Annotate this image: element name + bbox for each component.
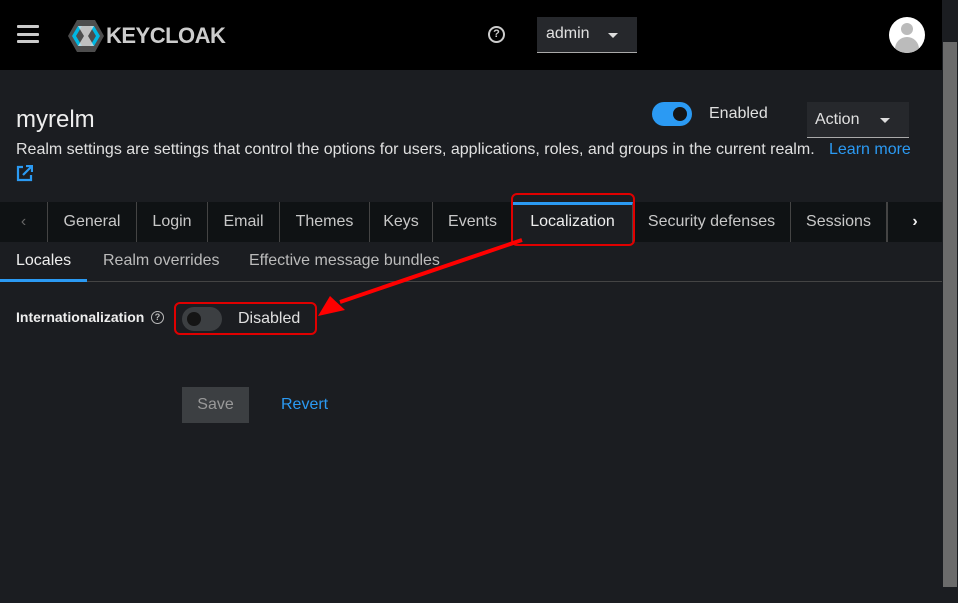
enabled-label: Enabled xyxy=(709,105,768,122)
page-description: Realm settings are settings that control… xyxy=(16,141,815,158)
annotation-arrow-head xyxy=(318,296,345,316)
action-label: Action xyxy=(815,111,860,128)
tab-general[interactable]: General xyxy=(48,202,137,242)
help-icon[interactable]: ? xyxy=(151,311,164,324)
tab-security-defenses[interactable]: Security defenses xyxy=(633,202,791,242)
keycloak-logo-icon xyxy=(68,20,104,52)
internationalization-toggle[interactable] xyxy=(182,307,222,331)
subtab-locales[interactable]: Locales xyxy=(0,242,88,282)
tab-sessions[interactable]: Sessions xyxy=(791,202,887,242)
save-button[interactable]: Save xyxy=(182,387,249,423)
avatar[interactable] xyxy=(889,17,925,53)
help-icon[interactable]: ? xyxy=(488,26,505,43)
caret-down-icon xyxy=(608,33,618,38)
caret-down-icon xyxy=(880,118,890,123)
learn-more-link[interactable]: Learn more xyxy=(829,141,911,159)
annotation-overlay xyxy=(174,193,635,335)
masthead: KEYCLOAK ? admin xyxy=(0,0,942,70)
tab-events[interactable]: Events xyxy=(433,202,513,242)
action-dropdown[interactable]: Action xyxy=(807,102,909,138)
scroll-right-button[interactable]: › xyxy=(887,202,942,242)
scrollbar-thumb[interactable] xyxy=(943,42,957,587)
hamburger-menu-icon[interactable] xyxy=(17,25,39,43)
internationalization-state: Disabled xyxy=(238,310,301,327)
scroll-left-button[interactable]: ‹ xyxy=(0,202,48,242)
tab-keys[interactable]: Keys xyxy=(370,202,433,242)
tab-localization[interactable]: Localization xyxy=(513,202,633,242)
user-dropdown[interactable]: admin xyxy=(537,17,637,53)
page-title: myrelm xyxy=(16,106,95,133)
tab-themes[interactable]: Themes xyxy=(280,202,370,242)
tab-email[interactable]: Email xyxy=(208,202,280,242)
internationalization-label: Internationalization xyxy=(16,309,145,325)
realm-settings-tabs: ‹ General Login Email Themes Keys Events… xyxy=(0,202,942,242)
subtab-effective-message-bundles[interactable]: Effective message bundles xyxy=(249,242,440,282)
external-link-icon[interactable] xyxy=(16,165,33,182)
tab-login[interactable]: Login xyxy=(137,202,208,242)
revert-button[interactable]: Revert xyxy=(281,396,328,414)
brand-name: KEYCLOAK xyxy=(106,23,226,48)
user-name: admin xyxy=(546,25,590,42)
realm-enabled-toggle[interactable] xyxy=(652,102,692,126)
subtab-realm-overrides[interactable]: Realm overrides xyxy=(103,242,219,282)
keycloak-logo[interactable]: KEYCLOAK xyxy=(68,20,226,52)
localization-subtabs: Locales Realm overrides Effective messag… xyxy=(0,242,942,282)
